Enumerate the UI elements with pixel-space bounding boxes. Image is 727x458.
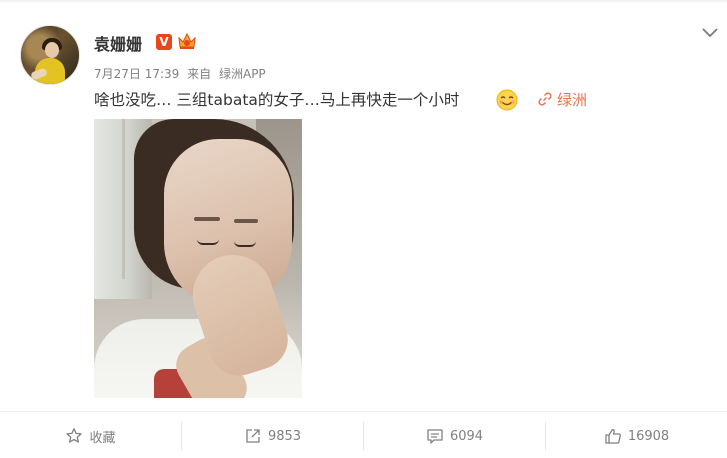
- username[interactable]: 袁姗姗: [94, 31, 142, 55]
- action-bar: 收藏 9853 6094 16908: [0, 411, 727, 458]
- like-count: 16908: [627, 428, 670, 444]
- share-icon: [246, 429, 260, 443]
- location-link[interactable]: 绿洲: [537, 90, 587, 110]
- chevron-down-icon[interactable]: [701, 26, 719, 40]
- location-link-label[interactable]: 绿洲: [557, 91, 587, 109]
- post-text: 啥也没吃… 三组tabata的女子…马上再快走一个小时: [94, 91, 460, 109]
- star-icon: [66, 428, 83, 443]
- member-crown-icon[interactable]: [176, 31, 198, 51]
- comment-icon: [427, 429, 443, 444]
- post-timestamp[interactable]: 7月27日 17:39: [94, 67, 179, 81]
- avatar[interactable]: [20, 25, 80, 85]
- smile-emoji-icon: [496, 89, 518, 111]
- post-meta: 7月27日 17:39 来自 绿洲APP: [94, 65, 270, 82]
- thumbs-up-icon: [605, 428, 621, 444]
- weibo-post-card: 袁姗姗 V 7月27日 17:39 来自 绿洲APP 啥也没吃… 三组tabat…: [0, 0, 727, 458]
- comment-button[interactable]: 6094: [364, 422, 545, 450]
- link-icon: [538, 92, 552, 106]
- like-button[interactable]: 16908: [546, 422, 727, 450]
- repost-count: 9853: [267, 428, 302, 444]
- post-source[interactable]: 绿洲APP: [219, 67, 266, 81]
- favorite-button[interactable]: 收藏: [0, 422, 181, 450]
- comment-count: 6094: [449, 428, 484, 444]
- post-photo[interactable]: [94, 119, 302, 398]
- verified-badge-icon[interactable]: V: [156, 34, 172, 50]
- post-source-prefix: 来自: [187, 67, 212, 81]
- repost-button[interactable]: 9853: [182, 422, 363, 450]
- favorite-label: 收藏: [89, 430, 116, 446]
